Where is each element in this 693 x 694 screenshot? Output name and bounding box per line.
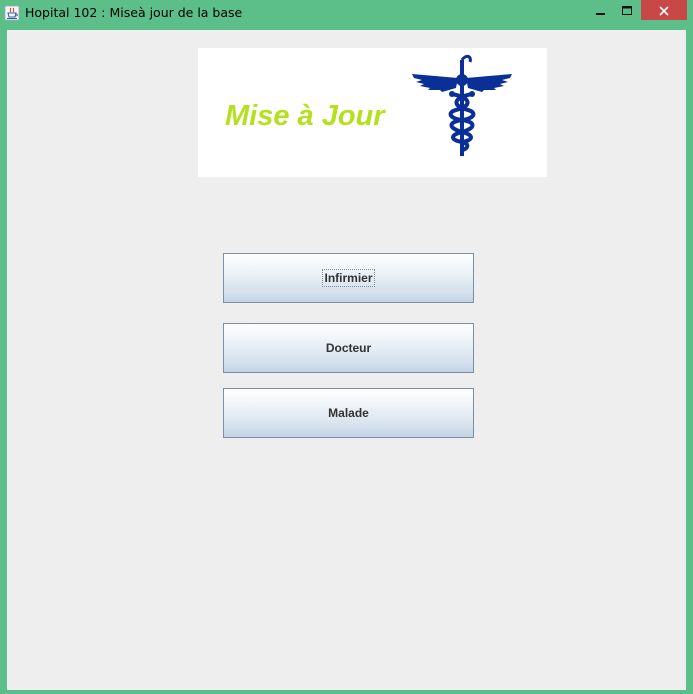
caduceus-icon [408,54,516,160]
maximize-button[interactable] [614,0,640,20]
close-button[interactable] [641,0,687,20]
maximize-icon [621,1,633,20]
window-title: Hopital 102 : Miseà jour de la base [25,5,243,20]
banner-title: Mise à Jour [225,100,385,132]
docteur-label: Docteur [325,341,372,355]
java-cup-icon [4,5,20,21]
infirmier-label: Infirmier [322,269,375,287]
malade-button[interactable]: Malade [223,388,474,438]
minimize-icon [596,1,606,20]
infirmier-button[interactable]: Infirmier [223,253,474,303]
header-banner: Mise à Jour [198,48,547,177]
malade-label: Malade [328,406,369,420]
title-bar[interactable]: Hopital 102 : Miseà jour de la base [0,0,693,27]
close-icon [659,1,669,20]
minimize-button[interactable] [588,0,614,20]
main-panel: Mise à Jour Infirmier Docteur Malade [7,30,686,690]
app-window: Hopital 102 : Miseà jour de la base Mise… [0,0,693,694]
docteur-button[interactable]: Docteur [223,323,474,373]
